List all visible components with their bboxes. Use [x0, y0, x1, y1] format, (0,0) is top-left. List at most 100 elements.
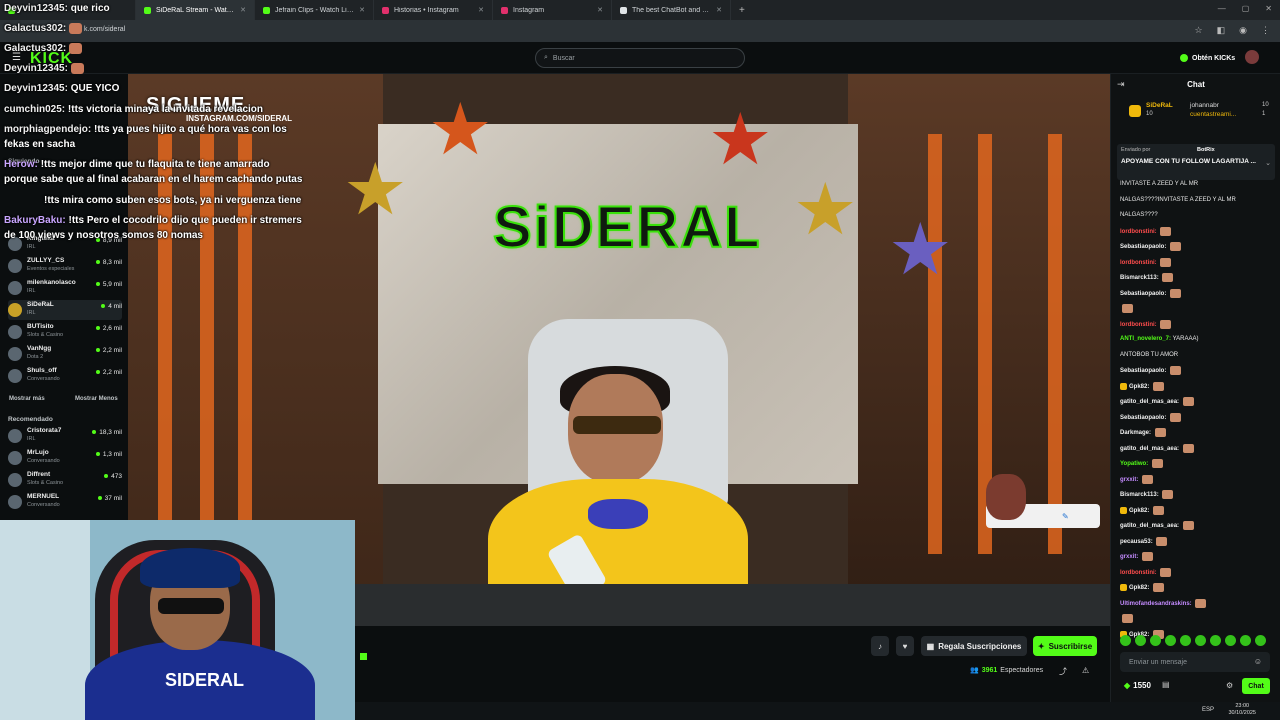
chat-username[interactable]: Gpk82: [1129, 384, 1149, 390]
chat-username[interactable]: Yopatiwo: [1120, 461, 1148, 467]
chat-message: pecausa53: [1120, 536, 1168, 547]
notification-bell-button[interactable]: ♪ [871, 636, 889, 656]
pinned-message[interactable]: Enviado por BotRix APOYAME CON TU FOLLOW… [1117, 144, 1275, 180]
chat-message: Yopatiwo: [1120, 459, 1163, 469]
clock[interactable]: 23:00 30/10/2025 [1228, 703, 1256, 717]
chevron-down-icon[interactable]: ⌄ [1265, 159, 1271, 167]
chat-username[interactable]: grxxit: [1120, 477, 1138, 483]
emote-icon[interactable] [1165, 635, 1176, 646]
chat-username[interactable]: Sebastiaopaolo: [1120, 415, 1166, 421]
sidebar-item-zullyy[interactable]: ZULLYY_CS Eventos especiales 8,3 mil [8, 256, 122, 276]
close-icon[interactable]: ✕ [359, 6, 365, 14]
close-icon[interactable]: ✕ [478, 6, 484, 14]
emote-icon[interactable] [1195, 635, 1206, 646]
bookmark-star-icon[interactable]: ☆ [1195, 25, 1203, 36]
smile-icon[interactable]: ☺ [1254, 657, 1262, 666]
sidebar-item-diffrent[interactable]: Diffrent Slots & Casino 473 [8, 470, 122, 490]
emote-icon[interactable] [1225, 635, 1236, 646]
star-balloon-icon: ★ [708, 100, 773, 180]
chat-username[interactable]: lordbonstini: [1120, 570, 1157, 576]
close-window-icon[interactable]: ✕ [1265, 4, 1272, 13]
emote-icon [1162, 273, 1174, 282]
webcam-wall [0, 520, 90, 720]
share-icon[interactable]: ⤴ [1059, 666, 1067, 677]
chat-username[interactable]: Bismarck113: [1120, 275, 1159, 281]
chat-username[interactable]: gatito_del_mas_aea: [1120, 446, 1179, 452]
browser-tab[interactable]: Historias • Instagram ✕ [374, 0, 493, 20]
close-icon[interactable]: ✕ [716, 6, 722, 14]
browser-tab[interactable]: Instagram ✕ [493, 0, 612, 20]
emote-icon[interactable] [1150, 635, 1161, 646]
avatar [8, 473, 22, 487]
chat-username[interactable]: Gpk82: [1129, 508, 1149, 514]
language-indicator[interactable]: ESP [1202, 707, 1214, 713]
show-less-link[interactable]: Mostrar Menos [75, 396, 118, 402]
new-tab-button[interactable]: + [731, 5, 753, 16]
chat-message-input[interactable]: Enviar un mensaje ☺ [1120, 652, 1270, 672]
emote-icon [1162, 490, 1174, 499]
profile-icon[interactable]: ◉ [1239, 25, 1247, 36]
close-icon[interactable]: ✕ [597, 6, 603, 14]
chat-username[interactable]: Bismarck113: [1120, 492, 1159, 498]
emote-icon [69, 22, 83, 34]
calendar-icon[interactable]: ▤ [1162, 680, 1170, 689]
chat-username[interactable]: pecausa53: [1120, 539, 1153, 545]
minimize-icon[interactable]: — [1218, 4, 1226, 13]
bell-icon: ♪ [878, 641, 882, 651]
more-menu-icon[interactable]: ⋮ [1261, 25, 1270, 36]
kicks-balance[interactable]: ◆ 1550 [1124, 681, 1151, 690]
sidebar-item-shuls[interactable]: Shuls_off Conversando 2,2 mil [8, 366, 122, 386]
chat-username[interactable]: Sebastiaopaolo: [1120, 244, 1166, 250]
sidebar-item-milenkanolasco[interactable]: milenkanolasco IRL 5,9 mil [8, 278, 122, 298]
avatar [8, 303, 22, 317]
chat-username[interactable]: lordbonstini: [1120, 260, 1157, 266]
chat-message: ANTOBOB TU AMOR [1120, 351, 1178, 360]
chat-username[interactable]: Gpk82: [1129, 585, 1149, 591]
show-more-link[interactable]: Mostrar más [9, 396, 45, 402]
browser-tab[interactable]: The best ChatBot and Widgets ✕ [612, 0, 731, 20]
emote-icon[interactable] [1210, 635, 1221, 646]
chat-username[interactable]: Darkmage: [1120, 430, 1151, 436]
chat-username[interactable]: grxxit: [1120, 554, 1138, 560]
chat-username[interactable]: lordbonstini: [1120, 229, 1157, 235]
chat-username[interactable]: gatito_del_mas_aea: [1120, 399, 1179, 405]
extension-icon[interactable]: ◧ [1217, 25, 1226, 36]
chat-username[interactable]: ANTI_novelero_7: [1120, 336, 1171, 342]
browser-tab-active[interactable]: SiDeRaL Stream - Watch Li... ✕ [136, 0, 255, 20]
report-icon[interactable]: ⚠ [1082, 666, 1089, 675]
chat-username[interactable]: Sebastiaopaolo: [1120, 368, 1166, 374]
emote-icon[interactable] [1135, 635, 1146, 646]
emote-icon[interactable] [1180, 635, 1191, 646]
chat-message: gatito_del_mas_aea: [1120, 443, 1194, 454]
screen: SiDeRaL Stream - Watch Li... ✕ Jefrain Cl… [0, 0, 1280, 720]
chat-username[interactable]: gatito_del_mas_aea: [1120, 523, 1179, 529]
maximize-icon[interactable]: ▢ [1242, 4, 1250, 13]
subscribe-button[interactable]: ✦ Suscribirse [1033, 636, 1097, 656]
emote-icon[interactable] [1240, 635, 1251, 646]
star-balloon-icon: ★ [428, 90, 493, 170]
sidebar-item-butisito[interactable]: BUTisito Slots & Casino 2,6 mil [8, 322, 122, 342]
gift-subs-button[interactable]: ▦ Regala Suscripciones [921, 636, 1027, 656]
chat-username[interactable]: Ultimofandesandraskins: [1120, 601, 1192, 607]
url-field[interactable]: k.com/sideral [84, 26, 125, 33]
sidebar-item-sideral[interactable]: SiDeRaL IRL 4 mil [8, 300, 122, 320]
star-icon: ✦ [1037, 641, 1045, 651]
search-input[interactable]: ⌕ Buscar [535, 48, 745, 68]
close-icon[interactable]: ✕ [240, 6, 246, 14]
gear-icon[interactable]: ⚙ [1226, 681, 1233, 690]
chat-username[interactable]: lordbonstini: [1120, 322, 1157, 328]
emote-icon[interactable] [1255, 635, 1266, 646]
send-chat-button[interactable]: Chat [1242, 678, 1270, 694]
sidebar-item-mrlujo[interactable]: MrLujo Conversando 1,3 mil [8, 448, 122, 468]
get-kicks-button[interactable]: Obtén KICKs [1180, 50, 1235, 66]
browser-tab[interactable]: Jefrain Clips - Watch Live on Ki... ✕ [255, 0, 374, 20]
sidebar-item-vanngg[interactable]: VanNgg Dota 2 2,2 mil [8, 344, 122, 364]
emote-icon[interactable] [1120, 635, 1131, 646]
avatar[interactable] [1245, 50, 1259, 64]
tab-label: Historias • Instagram [394, 6, 459, 14]
chat-username[interactable]: Sebastiaopaolo: [1120, 291, 1166, 297]
taskbar: ESP 23:00 30/10/2025 [355, 702, 1280, 720]
sidebar-item-mernuel[interactable]: MERNUEL Conversando 37 mil [8, 492, 122, 512]
sidebar-item-cristorata7[interactable]: Cristorata7 IRL 18,3 mil [8, 426, 122, 446]
follow-heart-button[interactable]: ♥ [896, 636, 914, 656]
